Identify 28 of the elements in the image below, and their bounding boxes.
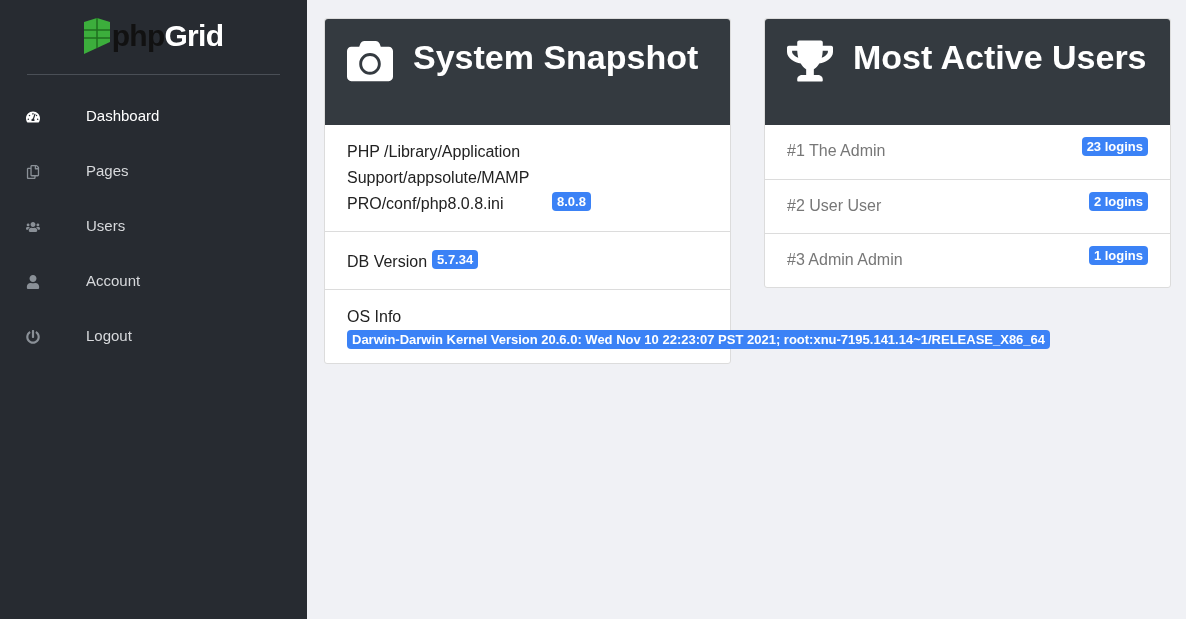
sidebar-item[interactable]: Pages	[0, 144, 307, 199]
row-label: OS Info	[347, 307, 402, 327]
sidebar-item[interactable]: Account	[0, 254, 307, 309]
badge: 23 logins	[1081, 137, 1148, 156]
users-icon	[26, 219, 40, 234]
camera-icon	[347, 38, 393, 84]
pages-icon	[26, 164, 40, 179]
user-name: #2 User User	[787, 196, 882, 216]
badge: 2 logins	[1088, 192, 1148, 211]
gauge-icon	[26, 109, 40, 124]
user-icon	[26, 274, 40, 289]
trophy-icon	[787, 38, 833, 84]
logo-icon	[83, 18, 110, 54]
badge: Darwin-Darwin Kernel Version 20.6.0: Wed Nov 10 22:23:07 PST 2021; root:xnu-7195.141.14~1/RELEASE_X86_64	[347, 330, 1051, 349]
row-label: PHP /Library/Application Support/appsolute/MAMP PRO/conf/php8.0.8.ini	[347, 142, 531, 214]
badge: 1 logins	[1088, 246, 1148, 265]
user-name: #3 Admin Admin	[787, 250, 903, 270]
row-label: DB Version	[347, 252, 428, 272]
sidebar-item[interactable]: Logout	[0, 309, 307, 364]
logo-text: phpGrid	[111, 21, 224, 51]
power-icon	[26, 329, 40, 344]
sidebar-item[interactable]: Users	[0, 199, 307, 254]
user-name: #1 The Admin	[787, 141, 886, 161]
card-title: Most Active Users	[853, 37, 1147, 78]
card-title: System Snapshot	[413, 37, 699, 78]
badge: 5.7.34	[432, 250, 479, 269]
badge: 8.0.8	[552, 192, 591, 211]
sidebar-item[interactable]: Dashboard	[0, 89, 307, 144]
